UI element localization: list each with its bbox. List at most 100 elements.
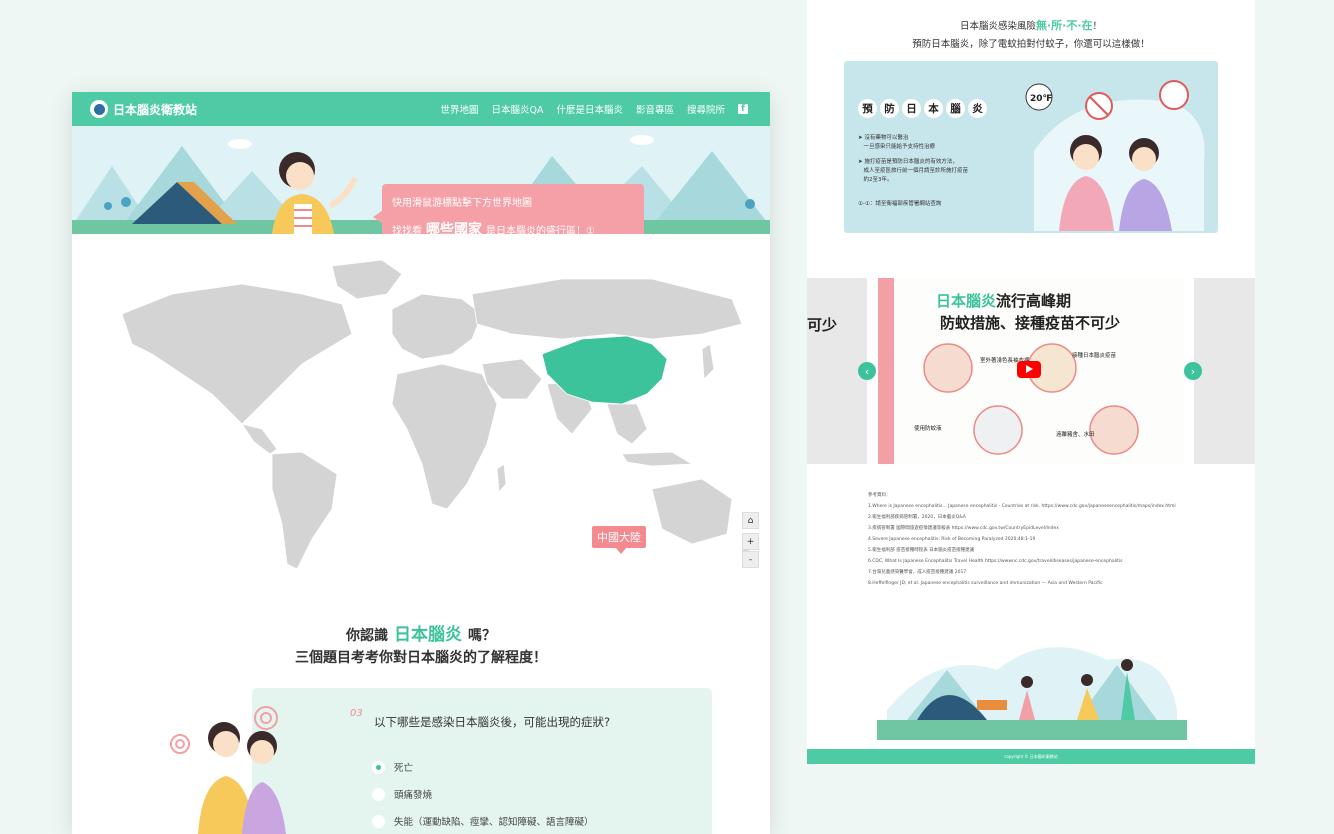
prevention-line: 一旦感染只能給予支持性治療 xyxy=(858,144,936,150)
nav-search-clinic[interactable]: 搜尋院所 xyxy=(687,102,725,116)
main-page-preview: 日本腦炎衛教站 世界地圖 日本腦炎QA 什麼是日本腦炎 影音專區 搜尋院所 f xyxy=(72,92,770,834)
map-zoom-out-button[interactable]: - xyxy=(742,551,759,568)
prev-slide-text: 可少 xyxy=(807,316,838,334)
quiz-subtitle: 三個題目考考你對日本腦炎的了解程度！ xyxy=(295,650,547,666)
option-label: 死亡 xyxy=(394,763,414,774)
china-map-label: 中國大陸 xyxy=(592,526,646,554)
slide-notebook-edge xyxy=(878,278,894,464)
nav-menu: 世界地圖 日本腦炎QA 什麼是日本腦炎 影音專區 搜尋院所 f xyxy=(440,92,748,126)
nav-qa[interactable]: 日本腦炎QA xyxy=(491,102,543,116)
nav-world-map[interactable]: 世界地圖 xyxy=(440,102,478,116)
hero-banner: 快用滑鼠游標點擊下方世界地圖 找找看 哪些國家 是日本腦炎的盛行區！① xyxy=(72,126,770,234)
radio-selected-icon[interactable] xyxy=(372,760,385,774)
video-carousel: 可少 日本腦炎流行高峰期 防蚊措施、接種疫苗不可少 室外著淺色長袖衣褲 接種日本… xyxy=(807,278,1255,464)
slide-title: 日本腦炎流行高峰期 xyxy=(936,290,1071,311)
option-label: 失能（運動缺陷、痙攣、認知障礙、語言障礙） xyxy=(394,817,594,828)
map-europe xyxy=(391,293,483,360)
map-australia xyxy=(651,478,733,545)
map-indonesia xyxy=(621,451,694,467)
prevention-title: 預 防 日 本 腦 炎 xyxy=(858,99,987,118)
map-home-button[interactable]: ⌂ xyxy=(742,512,759,529)
references-list: 參考資料： 1.Where is Japanese encephalitis..… xyxy=(868,490,1198,589)
instruction-pre: 找找看 xyxy=(392,226,422,234)
happy-couple-illustration: 20℉ xyxy=(1025,80,1205,231)
reference-item: 5.衛生福利部 疫苗接種時程表 日本腦炎疫苗接種建議 xyxy=(868,548,975,553)
slide-caption: 使用防蚊液 xyxy=(914,426,942,432)
carousel-next-slide[interactable] xyxy=(1194,278,1255,464)
quiz-card: 03 以下哪些是感染日本腦炎後，可能出現的症狀? 死亡 頭痛發燒 失能（運動缺陷… xyxy=(252,688,712,834)
instruction-highlight: 哪些國家 xyxy=(426,222,482,234)
slide-caption: 接種日本腦炎疫苗 xyxy=(1072,353,1117,359)
slide-title-rest: 流行高峰期 xyxy=(996,292,1072,310)
radio-icon[interactable] xyxy=(372,814,385,828)
risk-heading-highlight: 無·所·不·在 xyxy=(1035,19,1093,32)
map-south-america xyxy=(271,451,338,570)
quiz-title: 你認識 日本腦炎 嗎？ xyxy=(72,620,770,645)
world-map-svg[interactable] xyxy=(92,254,752,580)
radio-icon[interactable] xyxy=(372,787,385,801)
map-central-america xyxy=(241,423,278,455)
map-zoom-in-button[interactable]: + xyxy=(742,533,759,550)
prevention-line: 約2至3年。 xyxy=(858,177,893,183)
secondary-page-preview: 日本腦炎感染風險無·所·不·在！ 預防日本腦炎，除了電蚊拍對付蚊子，你還可以這樣… xyxy=(807,0,1255,764)
reference-item: 7.台灣兒童感染醫學會，成人疫苗接種建議 2017 xyxy=(868,570,967,575)
facebook-icon[interactable]: f xyxy=(738,104,748,114)
carousel-current-slide[interactable]: 日本腦炎流行高峰期 防蚊措施、接種疫苗不可少 室外著淺色長袖衣褲 接種日本腦炎疫… xyxy=(878,278,1184,464)
nav-what-is[interactable]: 什麼是日本腦炎 xyxy=(556,102,623,116)
reference-item: 4.Severe Japanese encephalitis: Risk of … xyxy=(868,537,1036,542)
prevention-heading: 預防日本腦炎，除了電蚊拍對付蚊子，你還可以這樣做！ xyxy=(912,39,1150,50)
camping-scene-illustration xyxy=(877,647,1187,740)
title-char: 預 xyxy=(858,99,877,118)
temp-badge: 20℉ xyxy=(1030,94,1053,104)
quiz-option-2[interactable]: 頭痛發燒 xyxy=(372,787,432,801)
quiz-title-pre: 你認識 xyxy=(346,628,388,644)
prevention-line: 成人至疫區旅行前一個月請至診所施打疫苗 xyxy=(858,168,969,174)
risk-heading: 日本腦炎感染風險無·所·不·在！ xyxy=(807,17,1255,33)
site-logo[interactable]: 日本腦炎衛教站 xyxy=(90,100,197,118)
instruction-line2: 找找看 哪些國家 是日本腦炎的盛行區！① xyxy=(392,219,595,234)
title-char: 防 xyxy=(880,99,899,118)
slide-title-green: 日本腦炎 xyxy=(936,292,997,310)
slide-caption: 遠離豬舍、水田 xyxy=(1056,432,1095,438)
reference-item[interactable]: 1.Where is Japanese encephalitis... Japa… xyxy=(868,501,1198,512)
reference-item[interactable]: 3.疾病管制署 國際間旅遊疫情建議等級表 https://www.cdc.gov… xyxy=(868,523,1198,534)
world-map[interactable]: 中國大陸 ⌂ + - xyxy=(92,254,759,580)
prevention-line: ➤ 施打疫苗是預防日本腦炎的有效方法， xyxy=(858,159,958,165)
reference-item: 參考資料： xyxy=(868,493,891,498)
slide-subtitle: 防蚊措施、接種疫苗不可少 xyxy=(940,314,1121,332)
question-number: 03 xyxy=(350,708,363,719)
reference-item: 8.Heffelfinger JD, et al. Japanese encep… xyxy=(868,581,1103,586)
site-footer: copyright © 日本腦炎衛教站 xyxy=(807,749,1255,764)
reference-item: 2.衛生福利部疾病管制署，2020，日本腦炎Q&A xyxy=(868,515,966,520)
reference-item[interactable]: 6.CDC, What Is Japanese Encephalitis Tra… xyxy=(868,556,1198,567)
option-label: 頭痛發燒 xyxy=(394,790,433,801)
quiz-title-post: 嗎？ xyxy=(468,628,496,644)
map-se-asia xyxy=(606,403,648,445)
question-text: 以下哪些是感染日本腦炎後，可能出現的症狀? xyxy=(374,715,611,729)
title-char: 本 xyxy=(924,99,943,118)
risk-heading-pre: 日本腦炎感染風險 xyxy=(959,21,1036,32)
map-japan xyxy=(701,343,715,380)
instruction-post: 是日本腦炎的盛行區！① xyxy=(486,226,595,234)
map-africa xyxy=(391,363,498,510)
nav-video[interactable]: 影音專區 xyxy=(636,102,674,116)
carousel-prev-arrow-icon[interactable]: ‹ xyxy=(858,362,876,380)
top-navbar: 日本腦炎衛教站 世界地圖 日本腦炎QA 什麼是日本腦炎 影音專區 搜尋院所 f xyxy=(72,92,770,126)
title-char: 腦 xyxy=(946,99,965,118)
youtube-play-icon[interactable] xyxy=(1017,361,1041,378)
prevention-infographic xyxy=(923,343,1139,455)
instruction-line1: 快用滑鼠游標點擊下方世界地圖 xyxy=(392,198,532,209)
carousel-next-arrow-icon[interactable]: › xyxy=(1184,362,1202,380)
instruction-speech-bubble: 快用滑鼠游標點擊下方世界地圖 找找看 哪些國家 是日本腦炎的盛行區！① xyxy=(373,184,644,234)
quiz-option-3[interactable]: 失能（運動缺陷、痙攣、認知障礙、語言障礙） xyxy=(372,814,594,828)
prevention-card: 預 防 日 本 腦 炎 ➤ 沒有藥物可以醫治 一旦感染只能給予支持性治療 ➤ 施… xyxy=(844,61,1218,233)
logo-text: 日本腦炎衛教站 xyxy=(113,102,198,117)
risk-heading-post: ！ xyxy=(1092,21,1103,32)
title-char: 日 xyxy=(902,99,921,118)
logo-emblem-icon xyxy=(90,100,108,118)
map-greenland xyxy=(331,259,403,300)
prevention-line: ➤ 沒有藥物可以醫治 xyxy=(858,135,909,141)
sick-couple-illustration xyxy=(170,706,286,834)
quiz-option-1[interactable]: 死亡 xyxy=(372,760,413,774)
map-madagascar xyxy=(496,463,507,493)
